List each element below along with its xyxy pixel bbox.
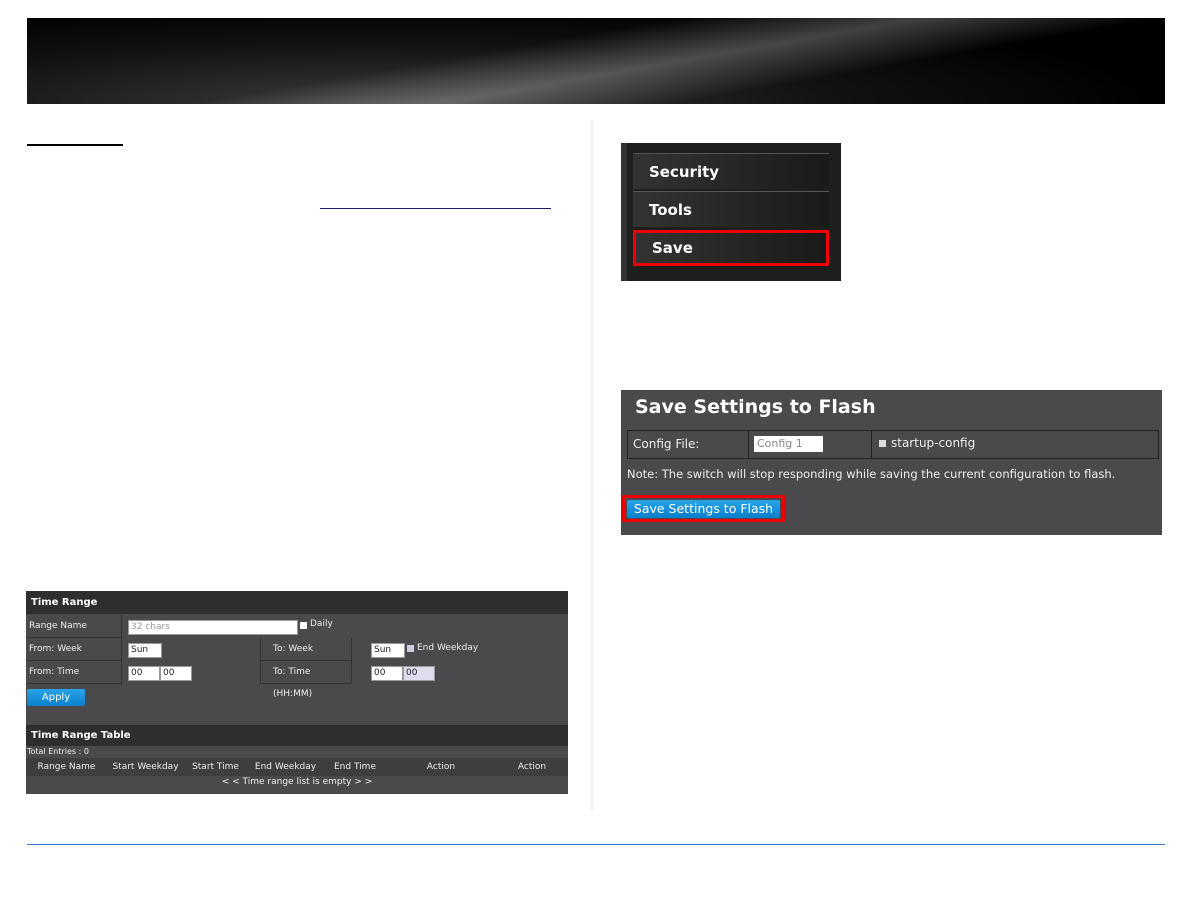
config-file-select[interactable]: Config 1 <box>754 436 823 452</box>
col-start-weekday: Start Weekday <box>107 758 185 776</box>
startup-config-checkbox[interactable] <box>879 440 886 447</box>
range-name-input[interactable]: 32 chars <box>128 620 298 635</box>
cell-divider <box>748 430 749 459</box>
header-banner <box>27 18 1165 104</box>
from-minute-select[interactable]: 00 <box>160 666 192 681</box>
save-flash-panel: Save Settings to Flash Config File: Conf… <box>621 390 1162 535</box>
link-underline[interactable] <box>320 208 551 209</box>
cell-divider <box>871 430 872 459</box>
nav-menu-screenshot: Security Tools Save <box>621 143 841 281</box>
save-flash-title: Save Settings to Flash <box>635 396 876 418</box>
menu-item-save[interactable]: Save <box>633 230 829 266</box>
col-action: Action <box>386 758 497 776</box>
time-range-panel: Time Range Range Name 32 chars Daily Fro… <box>26 591 568 794</box>
to-hour-select[interactable]: 00 <box>371 666 403 681</box>
end-weekday-label: End Weekday <box>417 643 479 653</box>
to-week-label: To: Week <box>260 638 352 661</box>
section-heading-underline <box>27 144 123 146</box>
menu-item-tools[interactable]: Tools <box>633 191 829 227</box>
col-action-2: Action <box>496 758 568 776</box>
save-note: Note: The switch will stop responding wh… <box>627 467 1116 481</box>
to-week-select[interactable]: Sun <box>371 643 405 658</box>
from-week-select[interactable]: Sun <box>128 643 162 658</box>
to-minute-select[interactable]: 00 <box>403 666 435 681</box>
save-settings-to-flash-button[interactable]: Save Settings to Flash <box>627 500 780 518</box>
col-end-weekday: End Weekday <box>247 758 325 776</box>
daily-checkbox[interactable] <box>300 622 307 629</box>
empty-list-message: < < Time range list is empty > > <box>221 777 373 787</box>
daily-label: Daily <box>310 619 333 629</box>
config-file-label: Config File: <box>633 437 700 451</box>
footer-line <box>27 844 1165 845</box>
col-range-name: Range Name <box>26 758 108 776</box>
menu-item-security[interactable]: Security <box>633 153 829 189</box>
startup-config-label: startup-config <box>891 436 976 450</box>
to-time-label: To: Time (HH:MM) <box>260 661 352 699</box>
time-range-table-title: Time Range Table <box>26 725 568 746</box>
from-week-label: From: Week <box>26 638 122 661</box>
range-name-label: Range Name <box>26 615 122 638</box>
col-start-time: Start Time <box>184 758 248 776</box>
total-entries: Total Entries : 0 <box>27 747 89 756</box>
end-weekday-checkbox[interactable] <box>407 645 414 652</box>
from-hour-select[interactable]: 00 <box>128 666 160 681</box>
col-end-time: End Time <box>324 758 387 776</box>
apply-button[interactable]: Apply <box>27 689 85 706</box>
column-divider <box>590 120 594 810</box>
time-range-title: Time Range <box>26 591 568 614</box>
from-time-label: From: Time (HH:MM) <box>26 661 122 699</box>
